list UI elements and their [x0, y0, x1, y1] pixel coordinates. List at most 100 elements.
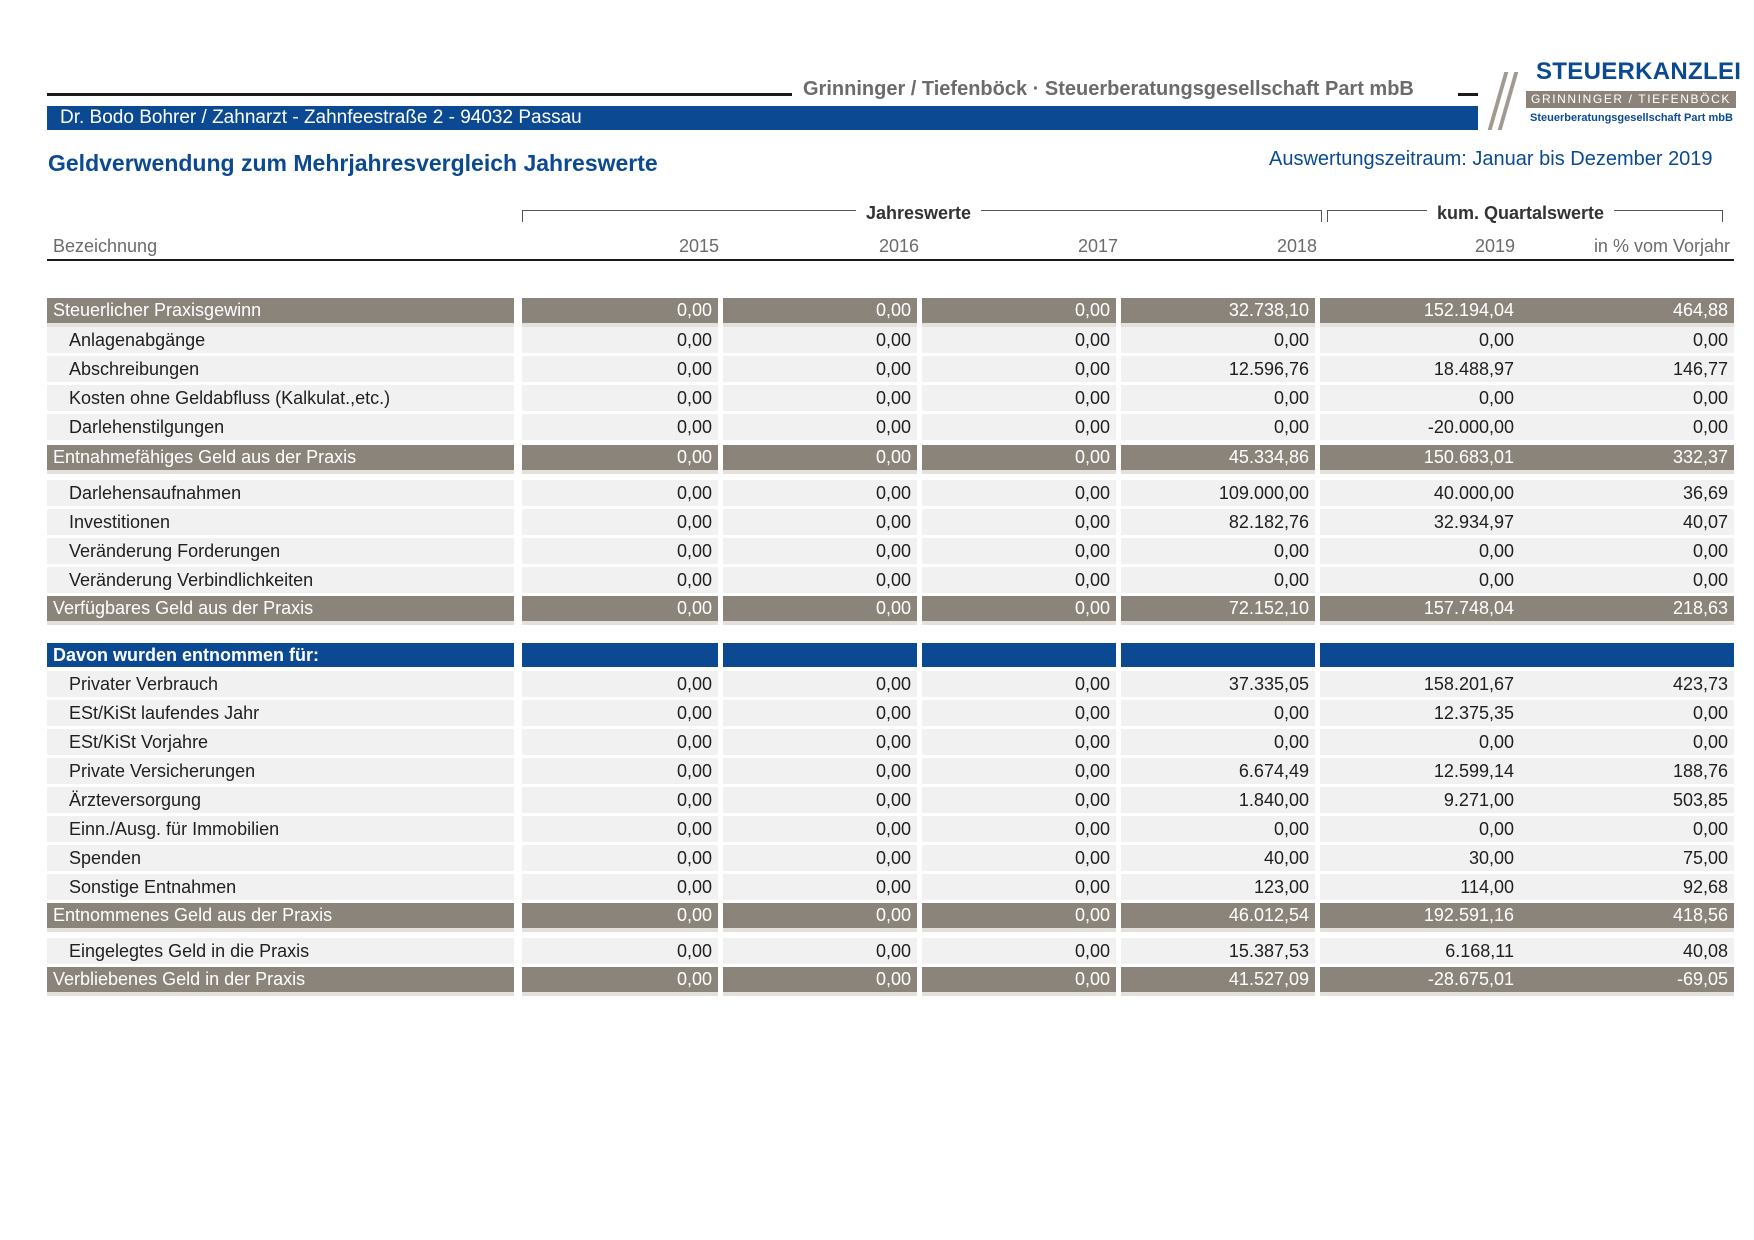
- column-header-2016: 2016: [878, 236, 919, 256]
- table-row: Veränderung Forderungen 0,00 0,00 0,00 0,00 0…: [47, 538, 1734, 564]
- value-2019: 12.599,14: [1320, 758, 1520, 784]
- value-2018: 123,00: [1121, 874, 1315, 900]
- value-2016: 0,00: [723, 480, 917, 506]
- value-2017: [922, 643, 1116, 667]
- value-2016: 0,00: [723, 874, 917, 900]
- column-header-label: Bezeichnung: [53, 236, 158, 256]
- value-2015: 0,00: [522, 385, 718, 411]
- row-label: Entnommenes Geld aus der Praxis: [47, 903, 514, 932]
- value-2017: 0,00: [922, 845, 1116, 871]
- value-percent: 332,37: [1514, 445, 1734, 474]
- value-percent: 0,00: [1514, 700, 1734, 726]
- row-label: Verfügbares Geld aus der Praxis: [47, 596, 514, 625]
- value-percent: 75,00: [1514, 845, 1734, 871]
- value-2016: 0,00: [723, 356, 917, 382]
- table-row: Veränderung Verbindlichkeiten 0,00 0,00 0,0…: [47, 567, 1734, 593]
- value-2015: 0,00: [522, 567, 718, 593]
- value-2015: 0,00: [522, 938, 718, 964]
- value-percent: 218,63: [1514, 596, 1734, 625]
- value-percent: 0,00: [1514, 385, 1734, 411]
- value-2019: 12.375,35: [1320, 700, 1520, 726]
- column-header-percent: in % vom Vorjahr: [1593, 236, 1730, 256]
- value-2015: 0,00: [522, 758, 718, 784]
- value-percent: 464,88: [1514, 298, 1734, 327]
- value-2019: 0,00: [1320, 567, 1520, 593]
- value-2017: 0,00: [922, 298, 1116, 327]
- value-2019: 150.683,01: [1320, 445, 1520, 474]
- row-label: Darlehenstilgungen: [47, 414, 514, 440]
- value-2019: 0,00: [1320, 385, 1520, 411]
- value-2016: 0,00: [723, 938, 917, 964]
- value-2015: 0,00: [522, 816, 718, 842]
- value-2016: 0,00: [723, 567, 917, 593]
- value-2017: 0,00: [922, 903, 1116, 932]
- value-2018: [1121, 643, 1315, 667]
- firm-name: Grinninger / Tiefenböck · Steuerberatung…: [803, 78, 1414, 100]
- value-2018: 82.182,76: [1121, 509, 1315, 535]
- value-2018: 6.674,49: [1121, 758, 1315, 784]
- value-2016: 0,00: [723, 903, 917, 932]
- value-2019: 158.201,67: [1320, 671, 1520, 697]
- row-label: Private Versicherungen: [47, 758, 514, 784]
- column-header-2018: 2018: [1276, 236, 1317, 256]
- value-2018: 15.387,53: [1121, 938, 1315, 964]
- table-row: Anlagenabgänge 0,00 0,00 0,00 0,00 0,00 0,00: [47, 327, 1734, 353]
- value-2017: 0,00: [922, 700, 1116, 726]
- value-2019: 0,00: [1320, 729, 1520, 755]
- value-percent: 40,08: [1514, 938, 1734, 964]
- value-2019: 114,00: [1320, 874, 1520, 900]
- value-2016: 0,00: [723, 787, 917, 813]
- row-label: Veränderung Verbindlichkeiten: [47, 567, 514, 593]
- value-2015: 0,00: [522, 729, 718, 755]
- client-info-bar: Dr. Bodo Bohrer / Zahnarzt - Zahnfeestra…: [47, 106, 1478, 130]
- value-2019: -20.000,00: [1320, 414, 1520, 440]
- value-2015: 0,00: [522, 538, 718, 564]
- value-2019: 152.194,04: [1320, 298, 1520, 327]
- value-2018: 0,00: [1121, 538, 1315, 564]
- value-2018: 0,00: [1121, 816, 1315, 842]
- value-2016: 0,00: [723, 700, 917, 726]
- value-2018: 40,00: [1121, 845, 1315, 871]
- value-2019: 30,00: [1320, 845, 1520, 871]
- report-period: Auswertungszeitraum: Januar bis Dezember…: [1269, 148, 1713, 170]
- section-header-row: Davon wurden entnommen für:: [47, 643, 1734, 667]
- value-2019: 6.168,11: [1320, 938, 1520, 964]
- value-2016: 0,00: [723, 298, 917, 327]
- value-2019: 32.934,97: [1320, 509, 1520, 535]
- value-2015: 0,00: [522, 356, 718, 382]
- column-header-2015: 2015: [678, 236, 719, 256]
- value-2017: 0,00: [922, 816, 1116, 842]
- table-row: Private Versicherungen 0,00 0,00 0,00 6.674,…: [47, 758, 1734, 784]
- value-percent: 40,07: [1514, 509, 1734, 535]
- value-2015: 0,00: [522, 480, 718, 506]
- value-2016: 0,00: [723, 967, 917, 996]
- group-label-quarter: kum. Quartalswerte: [1427, 203, 1615, 224]
- value-2016: 0,00: [723, 445, 917, 474]
- value-2017: 0,00: [922, 385, 1116, 411]
- value-percent: 188,76: [1514, 758, 1734, 784]
- row-label: Privater Verbrauch: [47, 671, 514, 697]
- value-percent: 0,00: [1514, 538, 1734, 564]
- row-label: Abschreibungen: [47, 356, 514, 382]
- value-2015: 0,00: [522, 298, 718, 327]
- report-title: Geldverwendung zum Mehrjahresvergleich J…: [48, 150, 658, 176]
- row-label: Veränderung Forderungen: [47, 538, 514, 564]
- value-percent: 0,00: [1514, 816, 1734, 842]
- value-2015: 0,00: [522, 967, 718, 996]
- value-2017: 0,00: [922, 758, 1116, 784]
- subtotal-row: Entnahmefähiges Geld aus der Praxis 0,00 0…: [47, 445, 1734, 474]
- value-2016: 0,00: [723, 327, 917, 353]
- value-2019: 9.271,00: [1320, 787, 1520, 813]
- value-2019: 0,00: [1320, 327, 1520, 353]
- value-2015: 0,00: [522, 700, 718, 726]
- row-label: Steuerlicher Praxisgewinn: [47, 298, 514, 327]
- value-2016: 0,00: [723, 671, 917, 697]
- value-percent: 92,68: [1514, 874, 1734, 900]
- firm-logo: STEUERKANZLEI GRINNINGER / TIEFENBÖCK St…: [1487, 58, 1741, 130]
- table-row: ESt/KiSt Vorjahre 0,00 0,00 0,00 0,00 0,00 0,0…: [47, 729, 1734, 755]
- logo-subtitle: Steuerberatungsgesellschaft Part mbB: [1530, 112, 1733, 124]
- value-2019: 40.000,00: [1320, 480, 1520, 506]
- table-row: Darlehenstilgungen 0,00 0,00 0,00 0,00 -20.00…: [47, 414, 1734, 440]
- row-label: Einn./Ausg. für Immobilien: [47, 816, 514, 842]
- value-2015: 0,00: [522, 787, 718, 813]
